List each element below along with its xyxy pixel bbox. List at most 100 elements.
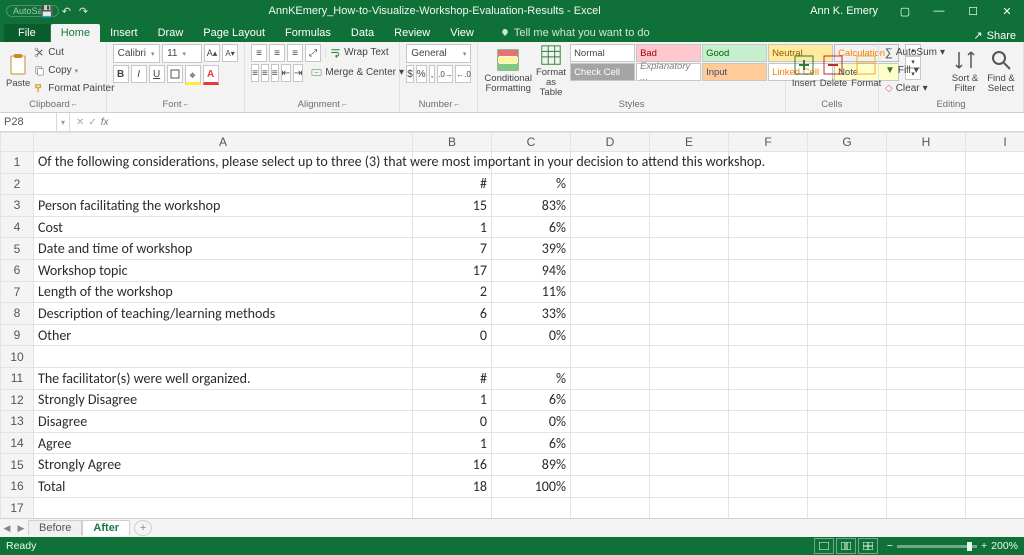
cell-I8[interactable]	[966, 303, 1024, 325]
cell-D16[interactable]	[571, 475, 650, 497]
worksheet-grid[interactable]: ABCDEFGHIJ1Of the following consideratio…	[0, 132, 1024, 518]
cell-C7[interactable]: 11%	[492, 281, 571, 303]
share-icon[interactable]: ↗	[973, 29, 982, 42]
clear-button[interactable]: ◇Clear▾	[885, 80, 945, 97]
cell-D10[interactable]	[571, 346, 650, 368]
cell-A10[interactable]	[34, 346, 413, 368]
sheet-tab-before[interactable]: Before	[28, 520, 82, 535]
maximize-icon[interactable]: ☐	[956, 0, 990, 22]
cell-A4[interactable]: Cost	[34, 216, 413, 238]
cell-G2[interactable]	[808, 173, 887, 195]
cell-I14[interactable]	[966, 432, 1024, 454]
cell-I5[interactable]	[966, 238, 1024, 260]
format-cells-button[interactable]: Format	[851, 44, 881, 98]
cell-F7[interactable]	[729, 281, 808, 303]
row-header-17[interactable]: 17	[1, 497, 34, 518]
fill-color-button[interactable]	[185, 65, 201, 85]
cell-E8[interactable]	[650, 303, 729, 325]
cell-C10[interactable]	[492, 346, 571, 368]
cancel-formula-icon[interactable]: ✕	[76, 117, 84, 128]
cell-I9[interactable]	[966, 324, 1024, 346]
cell-B9[interactable]: 0	[413, 324, 492, 346]
style-normal[interactable]: Normal	[570, 44, 635, 62]
cell-G16[interactable]	[808, 475, 887, 497]
save-icon[interactable]: 💾	[40, 5, 54, 18]
cell-D17[interactable]	[571, 497, 650, 518]
cell-A15[interactable]: Strongly Agree	[34, 454, 413, 476]
cell-F12[interactable]	[729, 389, 808, 411]
share-button[interactable]: Share	[987, 30, 1016, 42]
cell-H17[interactable]	[887, 497, 966, 518]
fill-button[interactable]: ▼Fill▾	[885, 62, 945, 79]
user-label[interactable]: Ann K. Emery	[810, 5, 878, 17]
row-header-3[interactable]: 3	[1, 195, 34, 217]
cell-H7[interactable]	[887, 281, 966, 303]
cell-H16[interactable]	[887, 475, 966, 497]
comma-icon[interactable]: ,	[429, 65, 436, 83]
col-header-C[interactable]: C	[492, 133, 571, 152]
cell-D8[interactable]	[571, 303, 650, 325]
cell-G3[interactable]	[808, 195, 887, 217]
cell-G10[interactable]	[808, 346, 887, 368]
sheet-nav-prev-icon[interactable]: ◀	[0, 523, 14, 534]
align-left-icon[interactable]: ≡	[251, 64, 259, 82]
col-header-G[interactable]: G	[808, 133, 887, 152]
cell-E13[interactable]	[650, 411, 729, 433]
zoom-level[interactable]: 200%	[991, 540, 1018, 552]
cell-G15[interactable]	[808, 454, 887, 476]
cell-C8[interactable]: 33%	[492, 303, 571, 325]
cell-E7[interactable]	[650, 281, 729, 303]
cell-F4[interactable]	[729, 216, 808, 238]
cell-C16[interactable]: 100%	[492, 475, 571, 497]
col-header-D[interactable]: D	[571, 133, 650, 152]
cell-H9[interactable]	[887, 324, 966, 346]
align-middle-icon[interactable]: ≡	[269, 44, 285, 62]
row-header-6[interactable]: 6	[1, 259, 34, 281]
wrap-text-button[interactable]: Wrap Text	[330, 44, 389, 61]
shrink-font-icon[interactable]: A▾	[222, 44, 238, 62]
delete-cells-button[interactable]: Delete	[820, 44, 847, 98]
cell-D15[interactable]	[571, 454, 650, 476]
currency-icon[interactable]: $	[406, 65, 414, 83]
cell-A17[interactable]	[34, 497, 413, 518]
cell-A5[interactable]: Date and time of workshop	[34, 238, 413, 260]
cell-D2[interactable]	[571, 173, 650, 195]
increase-indent-icon[interactable]: ⇥	[293, 64, 303, 82]
cell-H4[interactable]	[887, 216, 966, 238]
cell-G5[interactable]	[808, 238, 887, 260]
cell-C12[interactable]: 6%	[492, 389, 571, 411]
conditional-formatting-button[interactable]: Conditional Formatting	[484, 44, 532, 98]
style-input[interactable]: Input	[702, 63, 767, 81]
cell-H1[interactable]	[887, 152, 966, 174]
fx-icon[interactable]: fx	[101, 117, 109, 128]
align-right-icon[interactable]: ≡	[271, 64, 279, 82]
format-painter-button[interactable]: Format Painter	[34, 80, 114, 97]
name-box[interactable]: P28	[0, 113, 57, 131]
cell-A6[interactable]: Workshop topic	[34, 259, 413, 281]
cell-F5[interactable]	[729, 238, 808, 260]
cell-F2[interactable]	[729, 173, 808, 195]
cell-G14[interactable]	[808, 432, 887, 454]
cell-E6[interactable]	[650, 259, 729, 281]
decrease-decimal-icon[interactable]: ←.0	[455, 65, 471, 83]
font-color-button[interactable]: A	[203, 65, 219, 85]
cell-B8[interactable]: 6	[413, 303, 492, 325]
cell-C2[interactable]: %	[492, 173, 571, 195]
ribbon-options-icon[interactable]: ▢	[888, 0, 922, 22]
cell-E9[interactable]	[650, 324, 729, 346]
row-header-14[interactable]: 14	[1, 432, 34, 454]
cell-I11[interactable]	[966, 367, 1024, 389]
cell-G13[interactable]	[808, 411, 887, 433]
cell-I12[interactable]	[966, 389, 1024, 411]
cell-A1[interactable]: Of the following considerations, please …	[34, 152, 413, 174]
cell-F16[interactable]	[729, 475, 808, 497]
cell-E5[interactable]	[650, 238, 729, 260]
insert-cells-button[interactable]: Insert	[792, 44, 816, 98]
row-header-11[interactable]: 11	[1, 367, 34, 389]
cell-I10[interactable]	[966, 346, 1024, 368]
cell-D11[interactable]	[571, 367, 650, 389]
cell-C11[interactable]: %	[492, 367, 571, 389]
row-header-2[interactable]: 2	[1, 173, 34, 195]
cell-E16[interactable]	[650, 475, 729, 497]
cell-G4[interactable]	[808, 216, 887, 238]
